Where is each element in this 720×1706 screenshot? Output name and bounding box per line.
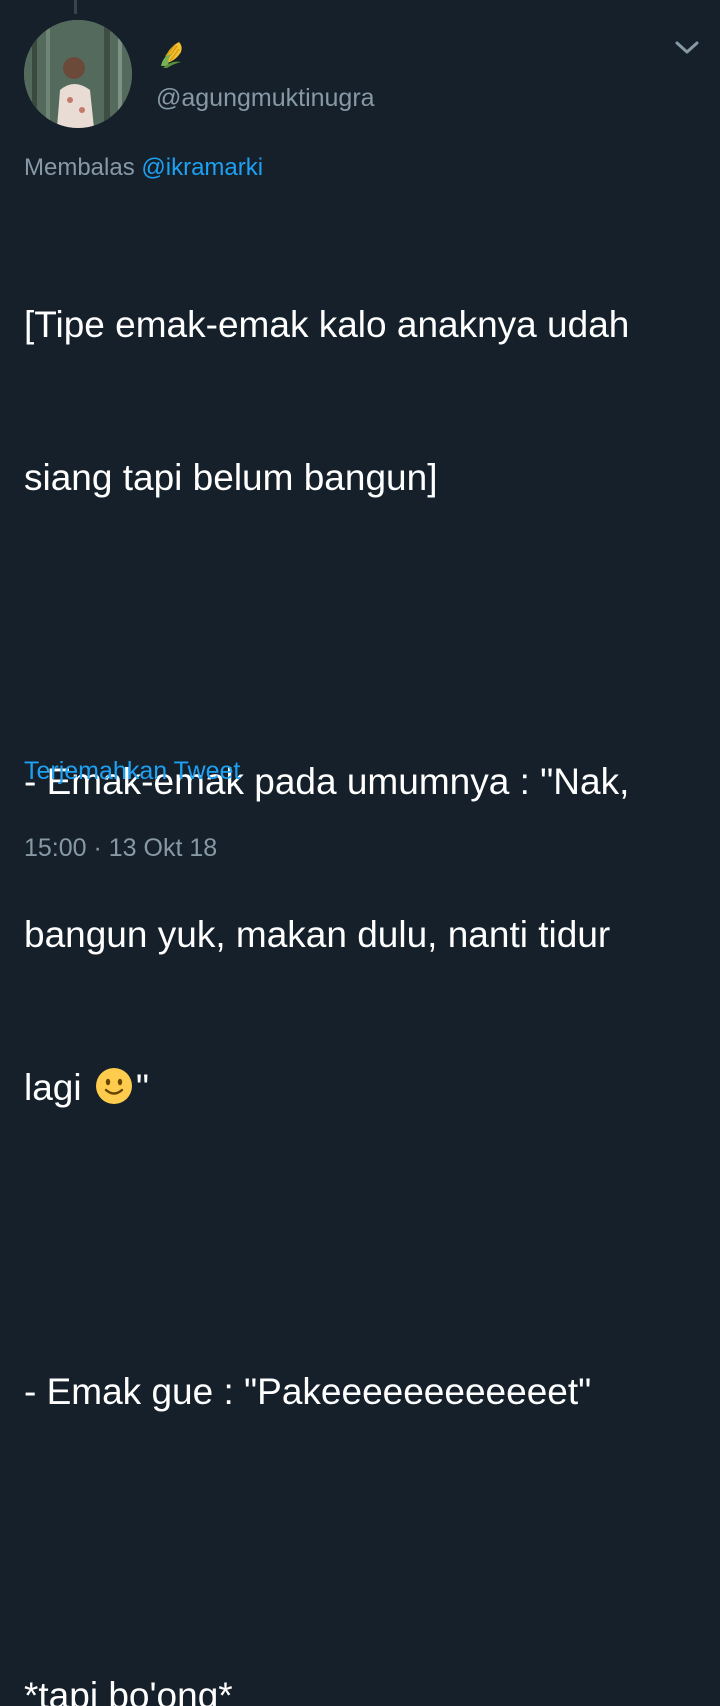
corn-emoji-icon	[157, 38, 189, 70]
tweet-line-text: lagi	[24, 1067, 82, 1108]
tweet-line: - Emak gue : "Pakeeeeeeeeeeeet"	[24, 1371, 592, 1412]
tweet-line: lagi "	[24, 1062, 694, 1113]
smiley-emoji-icon	[94, 1066, 134, 1106]
mention-link[interactable]: @ikramarki	[141, 154, 263, 181]
avatar[interactable]	[24, 20, 132, 128]
replying-to: Membalas @ikramarki	[24, 154, 263, 182]
chevron-down-icon[interactable]	[674, 38, 700, 58]
replying-prefix: Membalas	[24, 154, 135, 181]
tweet-line: *tapi bo'ong*	[24, 1675, 233, 1706]
thread-connector-line	[74, 0, 77, 14]
tweet-line: siang tapi belum bangun]	[24, 457, 438, 498]
tweet-timestamp[interactable]: 15:00 · 13 Okt 18	[24, 834, 217, 863]
user-handle[interactable]: @agungmuktinugra	[156, 84, 375, 113]
tweet-line: bangun yuk, makan dulu, nanti tidur	[24, 914, 611, 955]
avatar-photo	[24, 20, 132, 128]
tweet-line-text: "	[135, 1067, 150, 1108]
tweet-line: [Tipe emak-emak kalo anaknya udah	[24, 304, 630, 345]
tweet-text: [Tipe emak-emak kalo anaknya udah siang …	[24, 197, 694, 1706]
translate-tweet-link[interactable]: Terjemahkan Tweet	[24, 757, 240, 786]
